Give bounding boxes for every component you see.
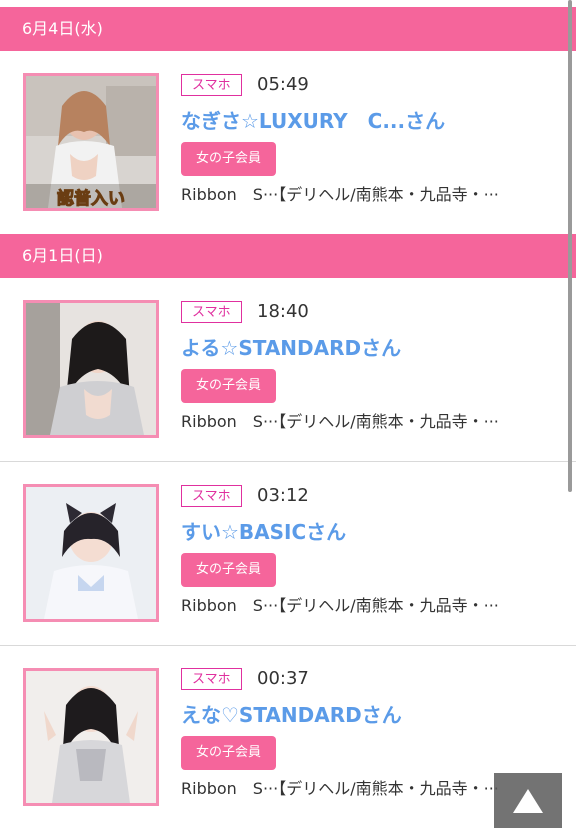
member-badge: 女の子会員 xyxy=(181,142,277,176)
profile-photo[interactable] xyxy=(23,668,159,806)
shop-name[interactable]: Ribbon S···【デリヘル/南熊本・九品寺・··· xyxy=(181,595,561,617)
profile-photo[interactable] xyxy=(23,300,159,438)
date-header: 6月4日(水) xyxy=(0,7,576,51)
device-badge: スマホ xyxy=(181,301,242,323)
girl-name-link[interactable]: すい☆BASICさん xyxy=(181,519,346,545)
profile-photo[interactable]: 認普入い xyxy=(23,73,159,211)
back-to-top-button[interactable] xyxy=(494,773,562,828)
girl-name-link[interactable]: なぎさ☆LUXURY C...さん xyxy=(181,108,445,134)
post-time: 05:49 xyxy=(257,74,309,95)
girl-name-link[interactable]: えな♡STANDARDさん xyxy=(181,702,402,728)
list-item[interactable]: スマホ 00:37 えな♡STANDARDさん 女の子会員 Ribbon S··… xyxy=(0,646,576,828)
list-item[interactable]: 認普入い スマホ 05:49 なぎさ☆LUXURY C...さん 女の子会員 R… xyxy=(0,51,576,235)
member-badge: 女の子会員 xyxy=(181,736,277,770)
post-time: 18:40 xyxy=(257,301,309,322)
shop-name[interactable]: Ribbon S···【デリヘル/南熊本・九品寺・··· xyxy=(181,411,561,433)
member-badge: 女の子会員 xyxy=(181,369,277,403)
girl-name-link[interactable]: よる☆STANDARDさん xyxy=(181,335,401,361)
page: 6月4日(水) 認普入い スマホ 05:49 なぎさ☆LUXURY C...さん… xyxy=(0,0,576,828)
profile-photo[interactable] xyxy=(23,484,159,622)
device-badge: スマホ xyxy=(181,668,242,690)
device-badge: スマホ xyxy=(181,485,242,507)
post-time: 03:12 xyxy=(257,485,309,506)
up-triangle-icon xyxy=(513,788,543,813)
post-time: 00:37 xyxy=(257,668,309,689)
list-item[interactable]: スマホ 18:40 よる☆STANDARDさん 女の子会員 Ribbon S··… xyxy=(0,278,576,462)
scrollbar[interactable] xyxy=(568,0,572,492)
device-badge: スマホ xyxy=(181,74,242,96)
date-header: 6月1日(日) xyxy=(0,234,576,278)
list-item[interactable]: スマホ 03:12 すい☆BASICさん 女の子会員 Ribbon S···【デ… xyxy=(0,462,576,646)
shop-name[interactable]: Ribbon S···【デリヘル/南熊本・九品寺・··· xyxy=(181,184,561,206)
member-badge: 女の子会員 xyxy=(181,553,277,587)
photo-caption: 認普入い xyxy=(57,188,125,208)
